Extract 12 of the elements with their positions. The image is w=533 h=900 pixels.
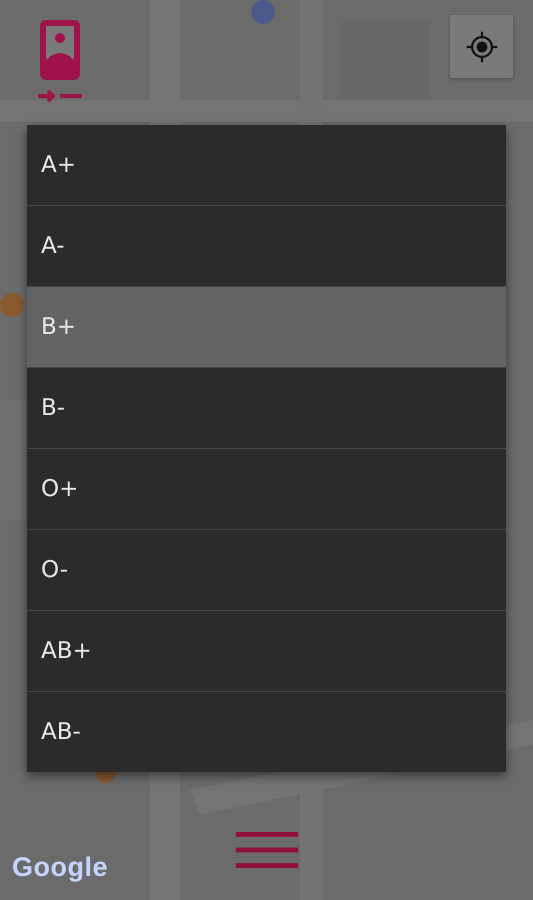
google-logo: Google: [12, 852, 108, 883]
my-location-button[interactable]: [450, 15, 513, 78]
badge-logo-icon: [38, 18, 84, 102]
menu-item[interactable]: B-: [27, 368, 506, 449]
menu-item[interactable]: A-: [27, 206, 506, 287]
my-location-icon: [464, 28, 500, 64]
menu-item[interactable]: B+: [27, 287, 506, 368]
menu-item[interactable]: A+: [27, 125, 506, 206]
menu-item[interactable]: AB-: [27, 692, 506, 772]
menu-item[interactable]: AB+: [27, 611, 506, 692]
menu-item[interactable]: O+: [27, 449, 506, 530]
menu-item[interactable]: O-: [27, 530, 506, 611]
